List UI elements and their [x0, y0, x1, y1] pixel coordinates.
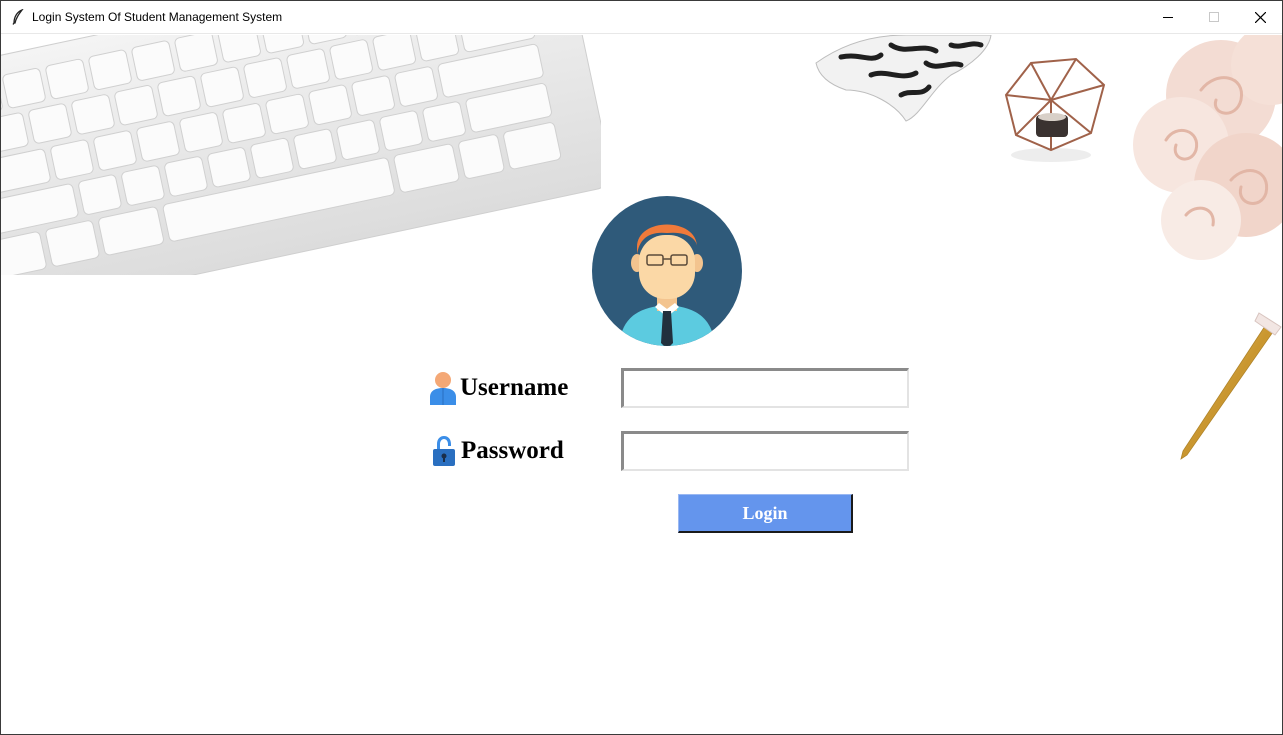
password-row: Password: [432, 435, 564, 467]
username-label: Username: [460, 374, 569, 401]
minimize-icon: [1162, 17, 1173, 18]
roses-image: [1133, 35, 1282, 260]
username-row: Username: [428, 371, 568, 405]
user-avatar-icon: [592, 196, 742, 346]
window-title: Login System Of Student Management Syste…: [32, 10, 283, 24]
password-input[interactable]: [621, 431, 909, 471]
login-window: Login System Of Student Management Syste…: [0, 0, 1283, 735]
login-content: Username Password Login: [1, 35, 1282, 734]
password-label: Password: [461, 437, 564, 464]
maximize-icon: [1208, 12, 1219, 22]
title-bar: Login System Of Student Management Syste…: [1, 1, 1282, 34]
candle-holder-image: [1004, 57, 1106, 162]
gold-pen-image: [1180, 312, 1282, 460]
close-button[interactable]: [1237, 1, 1282, 34]
lock-icon: [433, 436, 455, 466]
login-button[interactable]: Login: [678, 494, 853, 533]
zebra-dish-image: [815, 35, 992, 122]
keyboard-image: [1, 35, 601, 275]
login-button-label: Login: [742, 502, 788, 523]
minimize-button[interactable]: [1145, 1, 1191, 34]
username-input[interactable]: [621, 368, 909, 408]
feather-icon: [12, 9, 24, 25]
maximize-button[interactable]: [1191, 1, 1237, 34]
close-icon: [1254, 12, 1266, 23]
user-icon: [430, 372, 456, 405]
